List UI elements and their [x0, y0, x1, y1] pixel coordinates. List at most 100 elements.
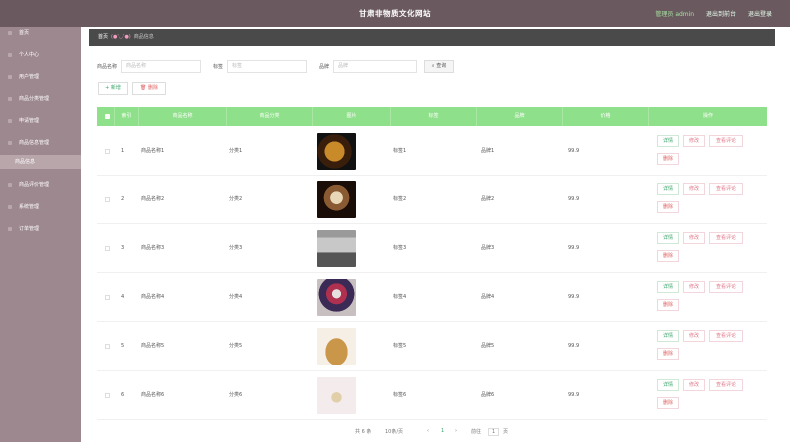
- view-reviews-button[interactable]: 查看评论: [709, 183, 743, 195]
- pager-next[interactable]: ›: [455, 428, 457, 434]
- select-all-checkbox[interactable]: [105, 114, 110, 119]
- cell-brand: 品牌5: [481, 343, 495, 349]
- home-icon: [8, 31, 12, 35]
- row-checkbox[interactable]: [105, 295, 110, 300]
- cell-name: 商品名称2: [141, 196, 165, 202]
- brand-label: 品牌: [319, 64, 330, 70]
- breadcrumb: 首页 (●'◡'●) 商品信息: [89, 29, 775, 46]
- cell-index: 5: [121, 343, 125, 349]
- row-checkbox[interactable]: [105, 344, 110, 349]
- delete-button[interactable]: 删除: [657, 299, 679, 311]
- cell-category: 分类5: [229, 343, 243, 349]
- product-thumbnail: [317, 279, 356, 316]
- cell-price: 99.9: [568, 148, 580, 154]
- sidebar-item-orders[interactable]: 订单管理: [0, 223, 81, 235]
- pager-goto-input[interactable]: 1: [488, 428, 500, 436]
- cell-brand: 品牌1: [481, 148, 495, 154]
- search-row: 商品名称 商品名称 标签 标签 品牌 品牌 ⌕ 查询: [97, 60, 697, 74]
- cell-name: 商品名称1: [141, 148, 165, 154]
- edit-button[interactable]: 修改: [683, 232, 705, 244]
- cell-tag: 标签4: [393, 294, 407, 300]
- users-icon: [8, 75, 12, 79]
- view-reviews-button[interactable]: 查看评论: [709, 379, 743, 391]
- category-icon: [8, 97, 12, 101]
- product-thumbnail: [317, 133, 356, 170]
- trash-icon: 🗑: [140, 85, 148, 91]
- tag-input[interactable]: 标签: [227, 60, 307, 73]
- admin-user-label: 管理员 admin: [655, 11, 695, 18]
- view-reviews-button[interactable]: 查看评论: [709, 330, 743, 342]
- sidebar-subitem-product-info[interactable]: 商品信息: [0, 155, 81, 169]
- logout-link[interactable]: 退出登录: [748, 11, 772, 18]
- edit-button[interactable]: 修改: [683, 183, 705, 195]
- delete-button[interactable]: 删除: [657, 250, 679, 262]
- pager-total: 共 6 条: [355, 429, 372, 435]
- product-thumbnail: [317, 230, 356, 267]
- sidebar-item-products[interactable]: 商品信息管理: [0, 137, 81, 149]
- delete-button[interactable]: 删除: [657, 348, 679, 360]
- th-category: 商品分类: [227, 107, 313, 126]
- cell-index: 3: [121, 245, 125, 251]
- cell-price: 99.9: [568, 245, 580, 251]
- cell-tag: 标签6: [393, 392, 407, 398]
- top-bar: 甘肃非物质文化网站 管理员 admin 退出到前台 退出登录: [0, 0, 790, 27]
- row-checkbox[interactable]: [105, 149, 110, 154]
- cell-tag: 标签5: [393, 343, 407, 349]
- detail-button[interactable]: 详情: [657, 232, 679, 244]
- breadcrumb-home[interactable]: 首页: [98, 34, 108, 40]
- th-index: 索引: [115, 107, 139, 126]
- cell-name: 商品名称4: [141, 294, 165, 300]
- detail-button[interactable]: 详情: [657, 183, 679, 195]
- row-actions: 详情 修改 查看评论 删除: [657, 281, 767, 321]
- name-input[interactable]: 商品名称: [121, 60, 201, 73]
- cell-brand: 品牌6: [481, 392, 495, 398]
- th-tag: 标签: [391, 107, 477, 126]
- cell-category: 分类3: [229, 245, 243, 251]
- cell-index: 4: [121, 294, 125, 300]
- row-checkbox[interactable]: [105, 246, 110, 251]
- delete-button[interactable]: 删除: [657, 201, 679, 213]
- pager-size-select[interactable]: 10条/页: [385, 428, 403, 435]
- cell-tag: 标签3: [393, 245, 407, 251]
- batch-delete-button[interactable]: 🗑 删除: [132, 82, 166, 95]
- cell-category: 分类2: [229, 196, 243, 202]
- sidebar-item-users[interactable]: 用户管理: [0, 71, 81, 83]
- view-reviews-button[interactable]: 查看评论: [709, 281, 743, 293]
- view-reviews-button[interactable]: 查看评论: [709, 232, 743, 244]
- th-price: 价格: [563, 107, 649, 126]
- th-image: 图片: [313, 107, 391, 126]
- detail-button[interactable]: 详情: [657, 281, 679, 293]
- delete-button[interactable]: 删除: [657, 153, 679, 165]
- cell-tag: 标签1: [393, 148, 407, 154]
- sidebar-item-applications[interactable]: 申请管理: [0, 115, 81, 127]
- row-checkbox[interactable]: [105, 197, 110, 202]
- table-row: 6 商品名称6 分类6 标签6 品牌6 99.9 详情 修改 查看评论 删除: [97, 371, 767, 420]
- row-checkbox[interactable]: [105, 393, 110, 398]
- detail-button[interactable]: 详情: [657, 330, 679, 342]
- detail-button[interactable]: 详情: [657, 379, 679, 391]
- brand-input[interactable]: 品牌: [333, 60, 417, 73]
- edit-button[interactable]: 修改: [683, 330, 705, 342]
- sidebar-item-reviews[interactable]: 商品评价管理: [0, 179, 81, 191]
- sidebar-item-system[interactable]: 系统管理: [0, 201, 81, 213]
- row-actions: 详情 修改 查看评论 删除: [657, 183, 767, 223]
- pager-page-1[interactable]: 1: [441, 428, 444, 434]
- sidebar-item-profile[interactable]: 个人中心: [0, 49, 81, 61]
- edit-button[interactable]: 修改: [683, 135, 705, 147]
- add-button[interactable]: + 新增: [98, 82, 128, 95]
- pager-prev[interactable]: ‹: [427, 428, 429, 434]
- view-reviews-button[interactable]: 查看评论: [709, 135, 743, 147]
- front-link[interactable]: 退出到前台: [706, 11, 736, 18]
- sidebar-item-home[interactable]: 首页: [0, 27, 81, 39]
- sidebar-item-categories[interactable]: 商品分类管理: [0, 93, 81, 105]
- delete-button[interactable]: 删除: [657, 397, 679, 409]
- cell-brand: 品牌2: [481, 196, 495, 202]
- edit-button[interactable]: 修改: [683, 379, 705, 391]
- user-icon: [8, 53, 12, 57]
- cell-category: 分类6: [229, 392, 243, 398]
- cell-name: 商品名称5: [141, 343, 165, 349]
- detail-button[interactable]: 详情: [657, 135, 679, 147]
- review-icon: [8, 183, 12, 187]
- edit-button[interactable]: 修改: [683, 281, 705, 293]
- search-button[interactable]: ⌕ 查询: [424, 60, 454, 73]
